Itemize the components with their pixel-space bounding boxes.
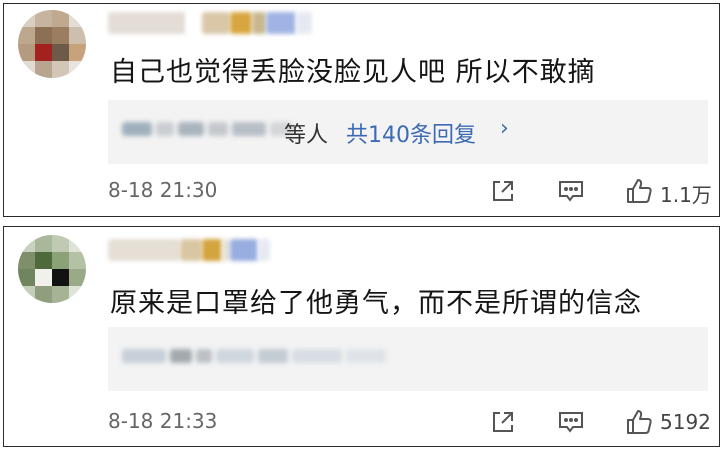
username-redacted[interactable] <box>108 10 312 36</box>
reply-count-link[interactable]: 共140条回复 <box>346 117 476 149</box>
comment-icon[interactable] <box>556 176 586 206</box>
share-icon[interactable] <box>488 176 518 206</box>
like-count: 5192 <box>660 410 711 434</box>
timestamp: 8-18 21:30 <box>108 178 218 202</box>
comment-meta: 8-18 21:30 1.1万 <box>4 176 719 207</box>
share-icon[interactable] <box>488 407 518 437</box>
reply-preview[interactable] <box>108 327 708 391</box>
chevron-right-icon[interactable]: › <box>500 116 509 141</box>
avatar[interactable] <box>18 235 86 303</box>
like-icon[interactable] <box>624 407 654 437</box>
reply-names-redacted <box>122 349 386 363</box>
comment-card: 自己也觉得丢脸没脸见人吧 所以不敢摘 等人 共140条回复 › 8-18 21:… <box>3 3 720 217</box>
comment-text: 原来是口罩给了他勇气，而不是所谓的信念 <box>110 288 642 319</box>
username-redacted[interactable] <box>108 237 270 263</box>
timestamp: 8-18 21:33 <box>108 409 218 433</box>
avatar[interactable] <box>18 10 86 78</box>
comment-meta: 8-18 21:33 5192 <box>4 407 719 437</box>
comment-card: 原来是口罩给了他勇气，而不是所谓的信念 8-18 21:33 5192 <box>3 226 720 447</box>
comment-text: 自己也觉得丢脸没脸见人吧 所以不敢摘 <box>110 57 596 88</box>
like-count: 1.1万 <box>660 183 712 207</box>
reply-preview[interactable]: 等人 共140条回复 › <box>108 100 708 164</box>
like-icon[interactable] <box>624 176 654 206</box>
reply-suffix: 等人 <box>284 123 329 148</box>
reply-names-redacted <box>122 122 292 136</box>
comment-icon[interactable] <box>556 407 586 437</box>
